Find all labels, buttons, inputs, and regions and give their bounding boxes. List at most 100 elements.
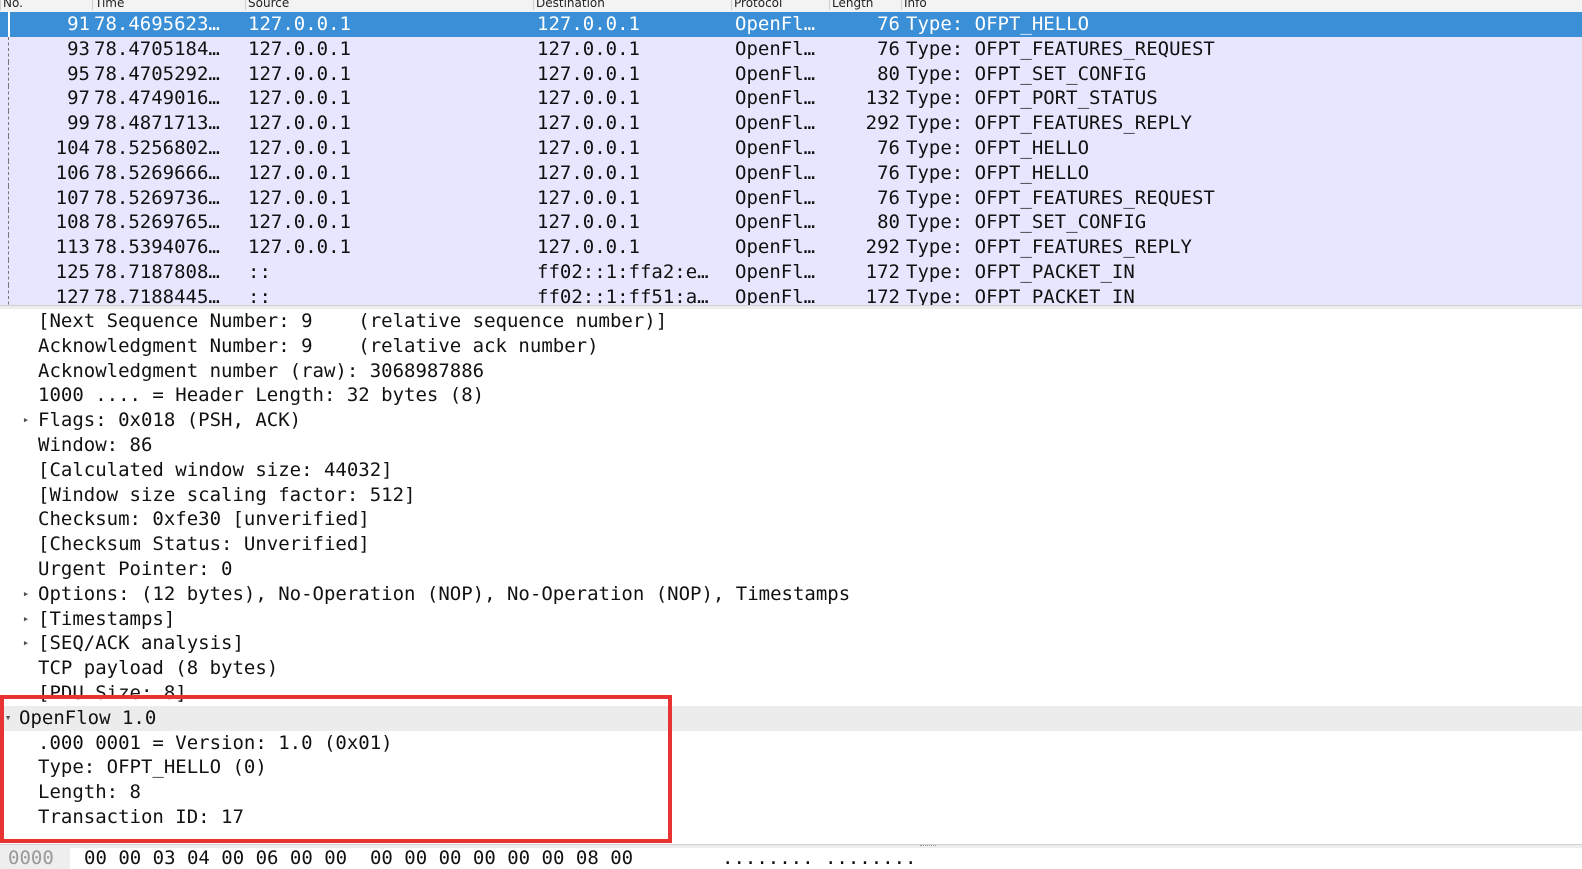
openflow-field[interactable]: .000 0001 = Version: 1.0 (0x01) [0, 731, 1582, 756]
tcp-detail-line[interactable]: [Calculated window size: 44032] [0, 458, 1582, 483]
tcp-detail-line[interactable]: Acknowledgment number (raw): 3068987886 [0, 359, 1582, 384]
openflow-field[interactable]: Type: OFPT_HELLO (0) [0, 755, 1582, 780]
expand-arrow-icon[interactable]: ▸ [20, 631, 32, 656]
detail-text: [PDU Size: 8] [38, 682, 187, 704]
bytes-ascii[interactable]: ........ ........ [722, 848, 916, 869]
packet-no: 106 [55, 161, 90, 184]
tcp-detail-line[interactable]: [Checksum Status: Unverified] [0, 532, 1582, 557]
packet-row[interactable]: 107 78.5269736… 127.0.0.1 127.0.0.1 OpenFl… 7… [0, 185, 1582, 211]
packet-details-pane[interactable]: [Next Sequence Number: 9 (relative seque… [0, 309, 1582, 844]
packet-time: 78.4871713… [94, 112, 220, 135]
column-header-time[interactable]: Time [92, 0, 245, 10]
detail-text: Window: 86 [38, 434, 153, 456]
openflow-tree-header[interactable]: ▾ OpenFlow 1.0 [0, 705, 1582, 731]
packet-protocol: OpenFl… [735, 211, 816, 234]
column-header-length[interactable]: Length [829, 0, 901, 10]
tcp-detail-line[interactable]: [Window size scaling factor: 512] [0, 483, 1582, 508]
packet-row[interactable]: 97 78.4749016… 127.0.0.1 127.0.0.1 OpenFl… 13… [0, 86, 1582, 112]
packet-row[interactable]: 127 78.7188445…:: ff02::1:ff51:a… OpenFl… 17… [0, 284, 1582, 305]
tcp-detail-line[interactable]: 1000 .... = Header Length: 32 bytes (8) [0, 383, 1582, 408]
detail-text: [Next Sequence Number: 9 (relative seque… [38, 310, 668, 332]
tcp-detail-line[interactable]: ▸ [SEQ/ACK analysis] [0, 631, 1582, 656]
tcp-detail-line[interactable]: TCP payload (8 bytes) [0, 656, 1582, 681]
packet-source: 127.0.0.1 [248, 186, 351, 209]
packet-row[interactable]: 113 78.5394076… 127.0.0.1 127.0.0.1 OpenFl… 2… [0, 235, 1582, 260]
packet-time: 78.4705292… [94, 62, 220, 85]
packet-row[interactable]: 104 78.5256802… 127.0.0.1 127.0.0.1 OpenFl… 7… [0, 135, 1582, 161]
tcp-detail-line[interactable]: ▸ [Timestamps] [0, 607, 1582, 632]
packet-info: Type: OFPT_HELLO [906, 161, 1090, 184]
packet-row[interactable]: 95 78.4705292… 127.0.0.1 127.0.0.1 OpenFl… 80… [0, 61, 1582, 87]
packet-protocol: OpenFl… [735, 62, 816, 85]
column-header-destination[interactable]: Destination [533, 0, 731, 10]
packet-source: 127.0.0.1 [248, 161, 351, 184]
packet-source: 127.0.0.1 [248, 236, 351, 259]
packet-destination: 127.0.0.1 [537, 186, 640, 209]
tcp-detail-line[interactable]: ▸ Options: (12 bytes), No-Operation (NOP)… [0, 582, 1582, 607]
tcp-detail-line[interactable]: [Next Sequence Number: 9 (relative seque… [0, 309, 1582, 334]
openflow-field[interactable]: Length: 8 [0, 780, 1582, 805]
packet-time: 78.7187808… [94, 260, 220, 283]
tcp-detail-line[interactable]: Window: 86 [0, 433, 1582, 458]
packet-source: 127.0.0.1 [248, 136, 351, 159]
packet-info: Type: OFPT_FEATURES_REQUEST [906, 186, 1215, 209]
packet-time: 78.5256802… [94, 136, 220, 159]
packet-source: 127.0.0.1 [248, 37, 351, 60]
detail-text: Urgent Pointer: 0 [38, 558, 233, 580]
wireshark-window: No. Time Source Destination Protocol Len… [0, 0, 1582, 869]
packet-info: Type: OFPT_HELLO [906, 136, 1090, 159]
packet-length: 132 [865, 87, 900, 110]
bytes-offset: 0000 [0, 848, 70, 869]
packet-row[interactable]: 91 78.4695623… 127.0.0.1 127.0.0.1 OpenFl… 76… [0, 12, 1582, 37]
bytes-hex[interactable]: 00 00 03 04 00 06 00 00 00 00 00 00 00 0… [84, 848, 633, 869]
column-header-source[interactable]: Source [245, 0, 533, 10]
openflow-field[interactable]: Transaction ID: 17 [0, 805, 1582, 830]
related-packet-marker [8, 210, 9, 236]
related-packet-marker [8, 61, 9, 87]
packet-length: 172 [865, 285, 900, 305]
packet-length: 172 [865, 260, 900, 283]
related-packet-marker [8, 36, 9, 62]
expand-arrow-icon[interactable]: ▾ [2, 706, 14, 731]
tcp-detail-line[interactable]: [PDU Size: 8] [0, 681, 1582, 706]
packet-bytes-pane[interactable]: 0000 00 00 03 04 00 06 00 00 00 00 00 00… [0, 848, 1582, 869]
expand-arrow-icon[interactable]: ▸ [20, 607, 32, 632]
packet-length: 292 [865, 236, 900, 259]
column-header-info[interactable]: Info [901, 0, 1582, 10]
packet-length: 76 [877, 186, 900, 209]
packet-row[interactable]: 99 78.4871713… 127.0.0.1 127.0.0.1 OpenFl… 29… [0, 111, 1582, 136]
related-packet-marker [8, 160, 9, 186]
expand-arrow-icon[interactable]: ▸ [20, 582, 32, 607]
column-header-protocol[interactable]: Protocol [731, 0, 829, 10]
detail-text: Length: 8 [38, 781, 141, 804]
packet-destination: 127.0.0.1 [537, 211, 640, 234]
packet-no: 108 [55, 211, 90, 234]
detail-text: 1000 .... = Header Length: 32 bytes (8) [38, 384, 485, 407]
packet-row[interactable]: 125 78.7187808…:: ff02::1:ffa2:e… OpenFl… 17… [0, 259, 1582, 285]
packet-length: 76 [877, 13, 900, 35]
detail-text: Checksum: 0xfe30 [unverified] [38, 508, 370, 531]
packet-no: 97 [67, 87, 90, 110]
detail-text: .000 0001 = Version: 1.0 (0x01) [38, 731, 393, 754]
column-header-no[interactable]: No. [0, 0, 92, 10]
packet-row[interactable]: 108 78.5269765… 127.0.0.1 127.0.0.1 OpenFl… 8… [0, 210, 1582, 236]
packet-list-pane[interactable]: No. Time Source Destination Protocol Len… [0, 0, 1582, 305]
tcp-detail-line[interactable]: ▸ Flags: 0x018 (PSH, ACK) [0, 408, 1582, 433]
tcp-detail-line[interactable]: Urgent Pointer: 0 [0, 557, 1582, 582]
detail-text: OpenFlow 1.0 [19, 706, 157, 729]
detail-text: TCP payload (8 bytes) [38, 657, 279, 680]
packet-length: 80 [877, 211, 900, 234]
packet-row[interactable]: 93 78.4705184… 127.0.0.1 127.0.0.1 OpenFl… 76… [0, 36, 1582, 62]
packet-length: 292 [865, 112, 900, 135]
tcp-detail-line[interactable]: Acknowledgment Number: 9 (relative ack n… [0, 334, 1582, 359]
packet-time: 78.5394076… [94, 236, 220, 259]
packet-info: Type: OFPT_PACKET_IN [906, 285, 1135, 305]
packet-time: 78.4695623… [94, 13, 220, 35]
packet-length: 80 [877, 62, 900, 85]
expand-arrow-icon[interactable]: ▸ [20, 408, 32, 433]
packet-length: 76 [877, 161, 900, 184]
packet-protocol: OpenFl… [735, 37, 816, 60]
packet-protocol: OpenFl… [735, 13, 816, 35]
tcp-detail-line[interactable]: Checksum: 0xfe30 [unverified] [0, 507, 1582, 532]
packet-row[interactable]: 106 78.5269666… 127.0.0.1 127.0.0.1 OpenFl… 7… [0, 160, 1582, 186]
